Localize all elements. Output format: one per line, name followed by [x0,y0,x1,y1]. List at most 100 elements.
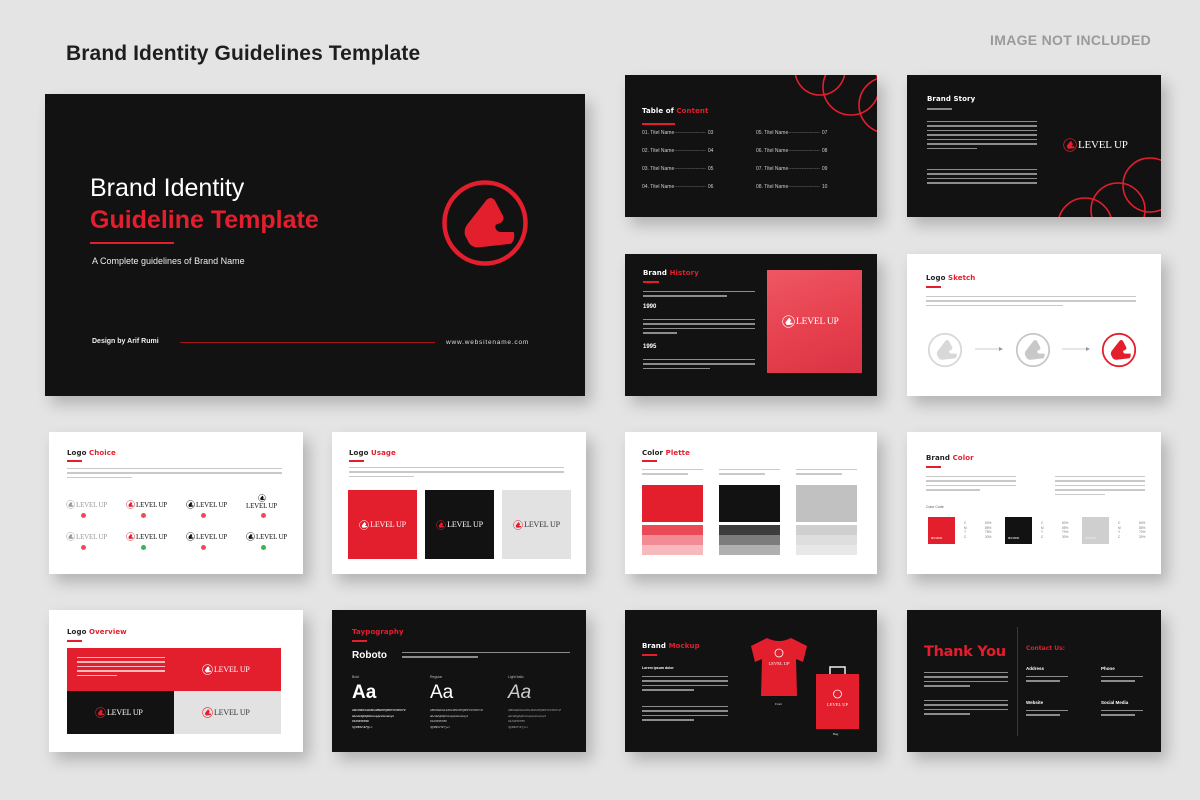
body-text [924,672,1008,690]
slide-cover[interactable]: Brand Identity Guideline Template A Comp… [45,94,585,396]
slide-brand-history[interactable]: Brand History 1990 1995 LEVEL UP [625,254,877,396]
title-underline [642,654,657,656]
body-text [642,469,703,478]
brand-logo-icon [202,664,213,675]
toc-leader: ------------------- [674,130,706,136]
logo-sketch-gray-icon [1015,332,1051,368]
body-text [796,469,857,478]
slide-title: Taypography [352,628,404,636]
toc-item-label: 01. Titel Name [642,130,675,136]
toc-item[interactable]: 05. Titel Name------------------- 07 [756,130,827,136]
logo-text: LEVEL UP [196,532,227,541]
logo-text: LEVEL UP [76,500,107,509]
toc-item[interactable]: 03. Titel Name------------------- 05 [642,166,713,172]
charset-sample: ABCDEFGHIJKLMNOPQRSTUVWXYZ abcdefghijklmn… [352,708,406,730]
charset-sample: ABCDEFGHIJKLMNOPQRSTUVWXYZ abcdefghijklmn… [508,708,561,730]
hex-code: #FF0000 [1008,536,1020,540]
toc-leader: ------------------- [788,148,820,154]
website-link: www.websitename.com [446,339,530,346]
toc-item[interactable]: 07. Titel Name------------------- 09 [756,166,827,172]
toc-item-page: 03 [707,130,714,136]
cover-title-line2: Guideline Template [90,206,319,234]
slide-thank-you[interactable]: Thank You Contact Us: Address Phone Webs… [907,610,1161,752]
palette-tint-swatch [642,535,703,545]
divider [180,342,435,343]
toc-item-label: 08. Titel Name [756,184,789,190]
title-underline [352,640,367,642]
body-text [642,706,728,724]
cmyk-value: 78% [985,530,992,534]
svg-text:LEVEL UP: LEVEL UP [827,702,848,707]
slide-brand-mockup[interactable]: Brand Mockup Lorem ipsum dolor LEVEL UP … [625,610,877,752]
cross-icon [261,513,266,518]
slide-brand-story[interactable]: Brand Story LEVEL UP [907,75,1161,217]
logo-text: LEVEL UP [136,532,167,541]
year-label: 1990 [643,304,657,310]
toc-leader: ------------------- [788,166,820,172]
slide-title: Brand Color [926,454,974,462]
hex-code: #FF0000 [1085,536,1097,540]
brand-logo-icon [126,532,135,541]
cmyk-keys: CMYC [1041,521,1044,539]
brand-logo-icon [258,494,266,502]
overview-gray-panel: LEVEL UP [174,691,281,734]
bag-mockup-icon: LEVEL UP [816,666,859,729]
body-text [643,359,755,372]
toc-item[interactable]: 06. Titel Name------------------- 08 [756,148,827,154]
toc-item-page: 06 [707,184,714,190]
slide-table-of-content[interactable]: Table of Content 01. Titel Name---------… [625,75,877,217]
cross-icon [141,513,146,518]
body-text [77,657,165,679]
contact-social-label: Social Media [1101,700,1129,705]
body-text [1026,710,1068,719]
title-underline [642,460,657,462]
cmyk-keys: CMYC [1118,521,1121,539]
toc-item-label: 02. Titel Name [642,148,675,154]
contact-title: Contact Us: [1026,645,1066,652]
title-underline [67,640,82,642]
title-underline [643,281,659,283]
palette-tint-swatch [642,525,703,535]
toc-item[interactable]: 08. Titel Name------------------- 10 [756,184,827,190]
contact-phone-label: Phone [1101,666,1115,671]
toc-item-label: 07. Titel Name [756,166,789,172]
body-text [1026,676,1068,685]
check-icon [141,545,146,550]
cmyk-keys: CMYC [964,521,967,539]
designer-credit: Design by Arif Rumi [92,338,159,345]
cmyk-value: 70% [1062,530,1069,534]
hex-code: #FF0000 [931,536,943,540]
toc-leader: ------------------- [674,166,706,172]
toc-leader: ------------------- [788,184,820,190]
slide-color-palette[interactable]: Color Plette [625,432,877,574]
charset-line: ABCDEFGHIJKLMNOPQRSTUVWXYZ [430,708,483,712]
toc-item[interactable]: 02. Titel Name------------------- 04 [642,148,713,154]
charset-sample: ABCDEFGHIJKLMNOPQRSTUVWXYZ abcdefghijklmn… [430,708,483,730]
brand-logo-icon [359,520,369,530]
slide-logo-sketch[interactable]: Logo Sketch [907,254,1161,396]
font-weight-label: Bold [352,675,360,679]
cmyk-key: C [964,521,967,525]
overview-red-panel: LEVEL UP [67,648,281,691]
cross-icon [201,513,206,518]
logo-text: LEVEL UP [447,520,483,529]
brand-logo-icon [513,520,523,530]
usage-swatch: LEVEL UP [348,490,417,559]
slide-logo-usage[interactable]: Logo Usage LEVEL UP LEVEL UP LEVEL UP [332,432,586,574]
logo-variant: LEVEL UP [246,532,287,541]
slide-logo-overview[interactable]: Logo Overview LEVEL UP LEVEL UP LEVEL UP [49,610,303,752]
slide-typography[interactable]: Taypography Roboto Bold Aa ABCDEFGHIJKLMNO… [332,610,586,752]
toc-item[interactable]: 01. Titel Name------------------- 03 [642,130,713,136]
toc-item[interactable]: 04. Titel Name------------------- 06 [642,184,713,190]
title-underline [642,123,675,125]
tshirt-mockup-icon: LEVEL UP [751,638,807,696]
slide-title: Brand Mockup [642,642,700,650]
font-sample: Aa [352,682,377,703]
palette-main-swatch [642,485,703,522]
slide-logo-choice[interactable]: Logo Choice LEVEL UP LEVEL UP LEVEL UP LEVE… [49,432,303,574]
image-notice: IMAGE NOT INCLUDED [990,32,1151,48]
toc-item-page: 08 [821,148,828,154]
toc-item-page: 09 [821,166,828,172]
toc-item-label: 04. Titel Name [642,184,675,190]
slide-brand-color[interactable]: Brand Color Color Code #FF0000 C M Y C 60% 85%… [907,432,1161,574]
